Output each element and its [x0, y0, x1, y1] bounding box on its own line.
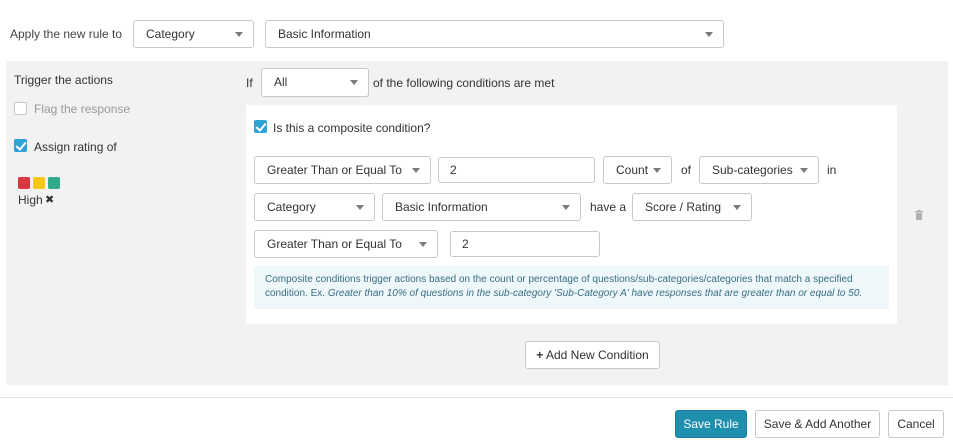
composite-operator-value: Greater Than or Equal To — [267, 163, 402, 177]
composite-help-example: Greater than 10% of questions in the sub… — [327, 288, 863, 299]
rule-target-type-select[interactable]: Category — [133, 20, 254, 48]
plus-icon: + — [536, 348, 544, 362]
rule-target-type-value: Category — [146, 27, 195, 41]
actions-heading: Trigger the actions — [14, 73, 113, 87]
chevron-down-icon — [800, 168, 808, 173]
chevron-down-icon — [412, 168, 420, 173]
assign-rating-label: Assign rating of — [34, 140, 117, 154]
measure-select[interactable]: Count — [603, 156, 672, 184]
chevron-down-icon — [350, 80, 358, 85]
add-condition-label: Add New Condition — [545, 348, 649, 362]
save-add-another-button[interactable]: Save & Add Another — [755, 410, 880, 438]
in-label: in — [827, 163, 837, 177]
scope-item-value: Basic Information — [395, 200, 488, 214]
add-condition-button[interactable]: + Add New Condition — [525, 341, 660, 369]
assign-rating-checkbox[interactable] — [14, 139, 27, 152]
rating-swatch-red[interactable] — [18, 177, 30, 189]
scope-type-value: Category — [267, 200, 316, 214]
composite-operator-select[interactable]: Greater Than or Equal To — [254, 156, 431, 184]
chevron-down-icon — [733, 205, 741, 210]
match-mode-value: All — [274, 75, 288, 89]
chevron-down-icon — [705, 32, 713, 37]
save-rule-button[interactable]: Save Rule — [675, 410, 747, 438]
attribute-operator-select[interactable]: Greater Than or Equal To — [254, 230, 438, 258]
cancel-button[interactable]: Cancel — [888, 410, 944, 438]
chevron-down-icon — [562, 205, 570, 210]
flag-response-checkbox[interactable] — [14, 102, 27, 115]
rating-swatch-yellow[interactable] — [33, 177, 45, 189]
chevron-down-icon — [419, 242, 427, 247]
attribute-operator-value: Greater Than or Equal To — [267, 237, 402, 251]
scope-item-select[interactable]: Basic Information — [382, 193, 581, 221]
rule-target-item-value: Basic Information — [278, 27, 371, 41]
footer-divider — [0, 397, 953, 398]
chevron-down-icon — [653, 168, 661, 173]
of-label: of — [681, 163, 692, 177]
composite-value-input[interactable]: 2 — [438, 157, 595, 183]
entity-value: Sub-categories — [712, 163, 793, 177]
composite-condition-label: Is this a composite condition? — [273, 121, 431, 135]
attribute-value-input[interactable]: 2 — [450, 231, 600, 257]
flag-response-label: Flag the response — [34, 102, 131, 116]
have-a-label: have a — [590, 200, 627, 214]
measure-value: Count — [616, 163, 649, 177]
chevron-down-icon — [235, 32, 243, 37]
remove-rating-icon[interactable]: ✖ — [45, 193, 54, 206]
trash-icon[interactable] — [915, 209, 923, 220]
scope-type-select[interactable]: Category — [254, 193, 375, 221]
composite-help-box: Composite conditions trigger actions bas… — [254, 266, 889, 309]
rule-target-item-select[interactable]: Basic Information — [265, 20, 724, 48]
apply-rule-label: Apply the new rule to — [10, 27, 123, 41]
chevron-down-icon — [356, 205, 364, 210]
rating-value: High — [18, 193, 43, 207]
rating-swatch-green[interactable] — [48, 177, 60, 189]
attribute-value: Score / Rating — [645, 200, 722, 214]
attribute-select[interactable]: Score / Rating — [632, 193, 752, 221]
match-mode-select[interactable]: All — [261, 68, 369, 97]
composite-condition-checkbox[interactable] — [254, 120, 267, 133]
if-label: If — [246, 76, 253, 90]
entity-select[interactable]: Sub-categories — [699, 156, 819, 184]
conditions-met-label: of the following conditions are met — [373, 76, 555, 90]
